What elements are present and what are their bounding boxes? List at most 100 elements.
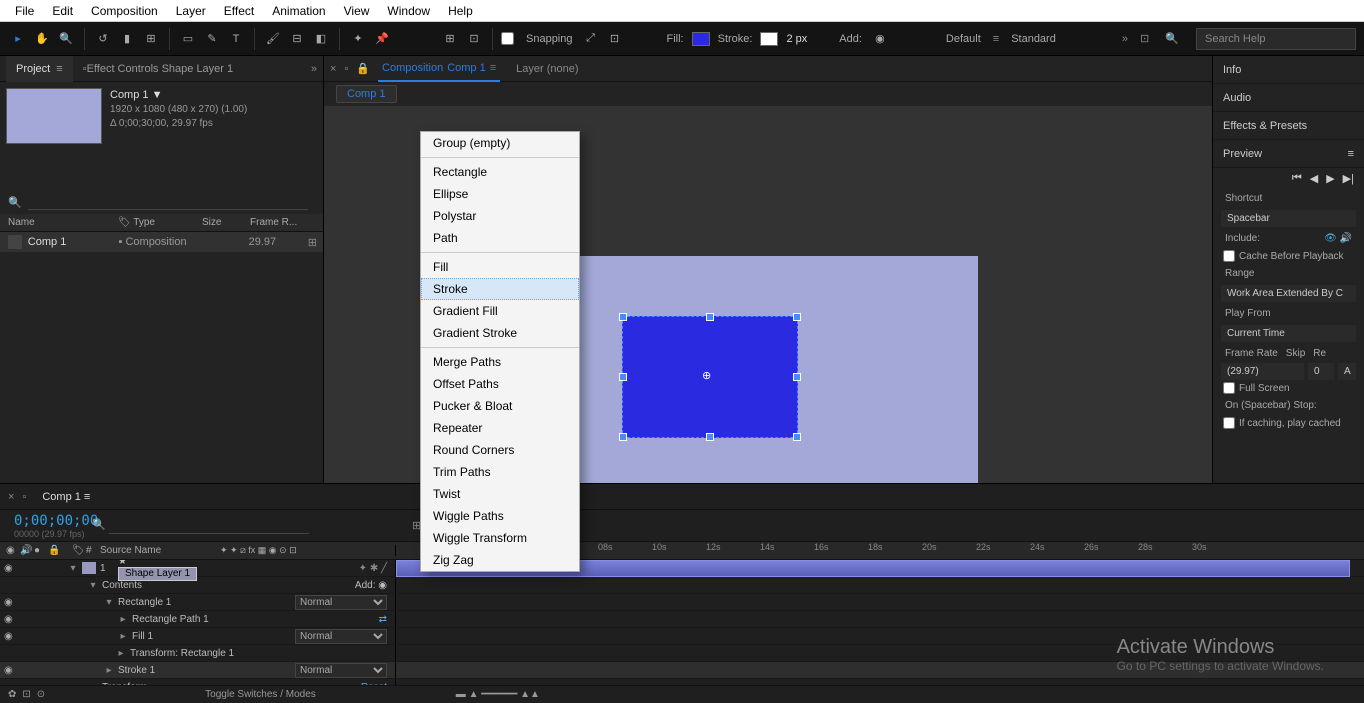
pan-behind-tool[interactable]: ⊞ [141,29,161,49]
workspace-default[interactable]: Default [938,33,989,45]
blendmode-dropdown[interactable]: Normal [295,663,387,678]
res-dropdown[interactable]: A [1338,363,1356,380]
fullscreen-checkbox[interactable] [1223,382,1235,394]
panel-audio[interactable]: Audio [1213,84,1364,112]
tab-fx-controls[interactable]: ▫ Effect Controls Shape Layer 1 [73,56,243,82]
type-tool[interactable]: T [226,29,246,49]
panel-fx-presets[interactable]: Effects & Presets [1213,112,1364,140]
frame-blend-icon[interactable]: ⊡ [22,689,30,700]
add-menu-icon[interactable]: ◉ [870,29,890,49]
camera-tool[interactable]: ▮ [117,29,137,49]
project-search[interactable] [28,194,308,210]
ifcache-checkbox[interactable] [1223,417,1235,429]
menu-edit[interactable]: Edit [43,4,82,18]
selection-tool[interactable]: ▸ [8,29,28,49]
solo-icon[interactable]: ● [34,545,48,556]
resize-handle[interactable] [793,433,801,441]
label-icon[interactable]: 🏷 [72,545,86,556]
play-icon[interactable]: ▶ [1326,172,1334,185]
menu-window[interactable]: Window [378,4,439,18]
prev-frame-icon[interactable]: ◀ [1310,172,1318,185]
shape-rectangle[interactable]: ⊕ [622,316,798,438]
snap-options-icon[interactable]: ⤢ [581,29,601,49]
resize-handle[interactable] [793,313,801,321]
tab-timeline-comp[interactable]: Comp 1 ≡ [34,491,98,503]
roto-tool[interactable]: ✦ [348,29,368,49]
menu-icon[interactable]: ≡ [1348,148,1354,160]
shortcut-dropdown[interactable]: Spacebar [1221,210,1356,227]
ctx-group[interactable]: Group (empty) [421,132,579,154]
visibility-toggle[interactable]: ◉ [4,665,18,676]
playfrom-dropdown[interactable]: Current Time [1221,325,1356,342]
label-color[interactable] [82,562,96,574]
contents-group[interactable]: Contents [102,580,142,591]
resize-handle[interactable] [619,313,627,321]
cache-checkbox[interactable] [1223,250,1235,262]
twirl-icon[interactable]: ▾ [104,597,114,608]
lock-col-icon[interactable]: 🔒 [48,545,62,556]
tab-composition[interactable]: Composition Comp 1 ≡ [378,56,500,82]
close-icon[interactable]: × [8,491,14,503]
ctx-pucker-bloat[interactable]: Pucker & Bloat [421,395,579,417]
rectangle-group[interactable]: Rectangle 1 [118,597,171,608]
ctx-polystar[interactable]: Polystar [421,205,579,227]
resize-handle[interactable] [619,373,627,381]
anchor-point-icon[interactable]: ⊕ [702,369,718,385]
ctx-twist[interactable]: Twist [421,483,579,505]
resize-handle[interactable] [793,373,801,381]
menu-file[interactable]: File [6,4,43,18]
eraser-tool[interactable]: ◧ [311,29,331,49]
timecode[interactable]: 0;00;00;00 00000 (29.97 fps) [0,513,92,539]
hand-tool[interactable]: ✋ [32,29,52,49]
ctx-wiggle-transform[interactable]: Wiggle Transform [421,527,579,549]
grid-icon[interactable]: ⊡ [464,29,484,49]
menu-help[interactable]: Help [439,4,482,18]
rect-path[interactable]: Rectangle Path 1 [132,614,209,625]
video-icon[interactable]: 👁 [1324,233,1337,244]
motion-blur-icon[interactable]: ⊙ [37,689,45,700]
ctx-gradient-stroke[interactable]: Gradient Stroke [421,322,579,344]
close-icon[interactable]: × [330,63,336,75]
menu-layer[interactable]: Layer [167,4,215,18]
ctx-repeater[interactable]: Repeater [421,417,579,439]
ctx-path[interactable]: Path [421,227,579,249]
visibility-toggle[interactable]: ◉ [4,614,18,625]
twirl-icon[interactable]: ▸ [118,614,128,625]
twirl-icon[interactable]: ▸ [104,665,114,676]
resize-handle[interactable] [706,433,714,441]
blendmode-dropdown[interactable]: Normal [295,629,387,644]
twirl-icon[interactable]: ▸ [116,648,126,659]
menu-animation[interactable]: Animation [263,4,334,18]
resize-handle[interactable] [706,313,714,321]
workspace-standard[interactable]: Standard [1003,33,1064,45]
snapping-checkbox[interactable] [501,32,514,45]
ctx-zigzag[interactable]: Zig Zag [421,549,579,571]
stroke-group[interactable]: Stroke 1 [118,665,155,676]
zoom-slider[interactable]: ▬ ▲ ━━━━━━ ▲▲ [456,689,540,700]
pen-tool[interactable]: ✎ [202,29,222,49]
visibility-toggle[interactable]: ◉ [4,597,18,608]
range-dropdown[interactable]: Work Area Extended By C [1221,285,1356,302]
menu-view[interactable]: View [335,4,379,18]
first-frame-icon[interactable]: ⏮ [1292,172,1302,185]
ctx-wiggle-paths[interactable]: Wiggle Paths [421,505,579,527]
twirl-icon[interactable]: ▾ [68,563,78,574]
ctx-fill[interactable]: Fill [421,256,579,278]
audio-icon[interactable]: 🔊 [1340,233,1352,244]
ctx-ellipse[interactable]: Ellipse [421,183,579,205]
transform-rect[interactable]: Transform: Rectangle 1 [130,648,234,659]
link-icon[interactable]: ⇄ [379,614,387,625]
add-menu-icon[interactable]: ◉ [378,580,387,591]
menu-effect[interactable]: Effect [215,4,263,18]
flowchart-icon[interactable]: ⊞ [308,236,317,249]
tab-project[interactable]: Project≡ [6,56,73,82]
blendmode-dropdown[interactable]: Normal [295,595,387,610]
visibility-toggle[interactable]: ◉ [4,631,18,642]
stroke-width[interactable]: 2 px [782,33,811,45]
audio-col-icon[interactable]: 🔊 [20,545,34,556]
menu-composition[interactable]: Composition [82,4,167,18]
lock-icon[interactable]: 🔒 [356,62,370,75]
snap-extra-icon[interactable]: ⊡ [605,29,625,49]
breadcrumb[interactable]: Comp 1 [336,85,397,103]
search-input[interactable]: Search Help [1196,28,1356,50]
